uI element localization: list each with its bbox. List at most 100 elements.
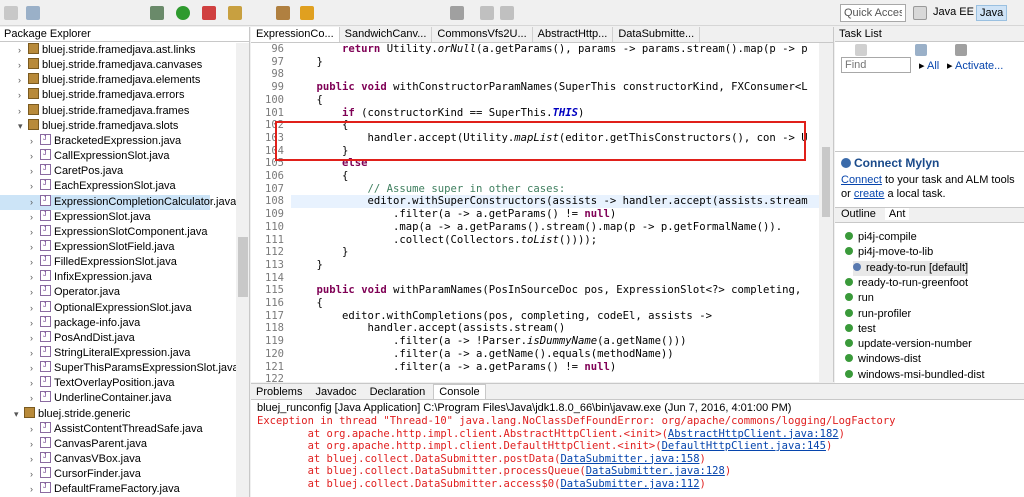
chevron-right-icon[interactable]: › bbox=[18, 43, 28, 58]
package-node[interactable]: ▾ bluej.stride.generic bbox=[0, 406, 236, 422]
tab-javadoc[interactable]: Javadoc bbox=[311, 385, 362, 400]
java-file-node[interactable]: › AssistContentThreadSafe.java bbox=[0, 421, 236, 437]
chevron-right-icon[interactable]: › bbox=[30, 255, 40, 270]
chevron-right-icon[interactable]: › bbox=[30, 422, 40, 437]
ant-target[interactable]: ready-to-run-greenfoot bbox=[845, 276, 968, 291]
chevron-right-icon[interactable]: › bbox=[30, 361, 40, 376]
chevron-right-icon[interactable]: › bbox=[30, 391, 40, 406]
editor-scroll-thumb[interactable] bbox=[822, 147, 830, 217]
java-file-node[interactable]: › CanvasParent.java bbox=[0, 436, 236, 452]
code-area[interactable]: return Utility.orNull(a.getParams(), par… bbox=[251, 27, 819, 382]
stack-trace-link[interactable]: DataSubmitter.java:112 bbox=[560, 478, 699, 490]
chevron-right-icon[interactable]: › bbox=[18, 73, 28, 88]
code-line[interactable]: .collect(Collectors.toList()))); bbox=[291, 234, 819, 247]
stack-trace-link[interactable]: DataSubmitter.java:128 bbox=[586, 465, 725, 477]
connect-link[interactable]: Connect bbox=[841, 174, 882, 186]
stack-trace-link[interactable]: AbstractHttpClient.java:182 bbox=[668, 428, 839, 440]
chevron-right-icon[interactable]: › bbox=[30, 134, 40, 149]
tab-outline[interactable]: Outline bbox=[835, 208, 882, 220]
code-line[interactable]: handler.accept(assists.stream() bbox=[291, 322, 819, 335]
tab-console[interactable]: Console bbox=[433, 384, 486, 399]
chevron-right-icon[interactable]: › bbox=[30, 316, 40, 331]
java-file-node[interactable]: › Operator.java bbox=[0, 285, 236, 300]
chevron-right-icon[interactable]: › bbox=[30, 195, 40, 210]
all-link[interactable]: ▸ All bbox=[919, 59, 939, 72]
activate-link[interactable]: ▸ Activate... bbox=[947, 59, 1003, 72]
ant-target[interactable]: pi4j-compile bbox=[845, 230, 917, 245]
code-line[interactable] bbox=[291, 373, 819, 382]
forward-icon[interactable] bbox=[500, 6, 514, 20]
chevron-right-icon[interactable]: › bbox=[30, 210, 40, 225]
code-line[interactable]: .filter(a -> a.getParams() != null) bbox=[291, 208, 819, 221]
filter-icon[interactable] bbox=[915, 44, 927, 56]
ant-target[interactable]: windows-dist bbox=[845, 352, 921, 367]
ant-target[interactable]: test bbox=[845, 322, 876, 337]
java-file-node[interactable]: › CanvasVBox.java bbox=[0, 452, 236, 467]
ant-target[interactable]: windows-msi-bundled-dist bbox=[845, 368, 985, 383]
java-file-node[interactable]: › StringLiteralExpression.java bbox=[0, 346, 236, 361]
new-java-project-icon[interactable] bbox=[228, 6, 242, 20]
debug-icon[interactable] bbox=[150, 6, 164, 20]
code-line[interactable]: { bbox=[291, 297, 819, 310]
code-line[interactable]: public void withParamNames(PosInSourceDo… bbox=[291, 284, 819, 297]
java-file-node[interactable]: › ExpressionCompletionCalculator.java bbox=[0, 194, 236, 210]
package-node[interactable]: › bluej.stride.framedjava.errors bbox=[0, 88, 236, 103]
code-line[interactable]: } bbox=[291, 259, 819, 272]
code-line[interactable]: } bbox=[291, 56, 819, 69]
package-node[interactable]: › bluej.stride.framedjava.canvases bbox=[0, 58, 236, 73]
chevron-right-icon[interactable]: › bbox=[30, 164, 40, 179]
task-find-input[interactable] bbox=[841, 57, 911, 73]
tab-declaration[interactable]: Declaration bbox=[365, 385, 431, 400]
chevron-right-icon[interactable]: › bbox=[30, 452, 40, 467]
code-line[interactable]: .filter(a -> a.getName().equals(methodNa… bbox=[291, 348, 819, 361]
perspective-java[interactable]: Java bbox=[976, 5, 1008, 21]
ant-target[interactable]: run bbox=[845, 291, 874, 306]
ant-target[interactable]: run-profiler bbox=[845, 307, 911, 322]
chevron-right-icon[interactable]: › bbox=[30, 482, 40, 497]
java-file-node[interactable]: › EachExpressionSlot.java bbox=[0, 179, 236, 194]
code-line[interactable]: editor.withSuperConstructors(assists -> … bbox=[291, 195, 819, 209]
java-file-node[interactable]: › CallExpressionSlot.java bbox=[0, 149, 236, 164]
package-node[interactable]: › bluej.stride.framedjava.ast.links bbox=[0, 43, 236, 58]
code-line[interactable]: return Utility.orNull(a.getParams(), par… bbox=[291, 43, 819, 56]
java-file-node[interactable]: › ExpressionSlotComponent.java bbox=[0, 224, 236, 240]
stack-trace-link[interactable]: DataSubmitter.java:158 bbox=[560, 453, 699, 465]
chevron-right-icon[interactable]: › bbox=[18, 58, 28, 73]
task-list-tab[interactable]: Task List bbox=[835, 27, 1024, 42]
code-line[interactable] bbox=[291, 272, 819, 285]
chevron-right-icon[interactable]: › bbox=[30, 149, 40, 164]
new-task-icon[interactable] bbox=[855, 44, 867, 56]
code-line[interactable]: editor.withCompletions(pos, completing, … bbox=[291, 310, 819, 323]
chevron-right-icon[interactable]: › bbox=[30, 437, 40, 452]
chevron-right-icon[interactable]: › bbox=[30, 467, 40, 482]
java-file-node[interactable]: › TextOverlayPosition.java bbox=[0, 376, 236, 391]
package-node[interactable]: › bluej.stride.framedjava.frames bbox=[0, 103, 236, 119]
search-icon[interactable] bbox=[300, 6, 314, 20]
chevron-right-icon[interactable]: › bbox=[30, 179, 40, 194]
chevron-right-icon[interactable]: › bbox=[30, 331, 40, 346]
java-file-node[interactable]: › UnderlineContainer.java bbox=[0, 391, 236, 406]
code-line[interactable]: .map(a -> a.getParams().stream().map(p -… bbox=[291, 221, 819, 234]
ant-target[interactable]: ready-to-run [default] bbox=[853, 260, 969, 276]
next-annotation-icon[interactable] bbox=[450, 6, 464, 20]
back-icon[interactable] bbox=[480, 6, 494, 20]
perspective-java-ee[interactable]: Java EE bbox=[930, 5, 977, 21]
code-line[interactable]: } bbox=[291, 246, 819, 259]
chevron-right-icon[interactable]: › bbox=[18, 104, 28, 119]
run-icon[interactable] bbox=[176, 6, 190, 20]
java-file-node[interactable]: › SuperThisParamsExpressionSlot.java bbox=[0, 361, 239, 376]
chevron-right-icon[interactable]: › bbox=[30, 301, 40, 316]
chevron-right-icon[interactable]: › bbox=[30, 240, 40, 255]
package-explorer-scroll-thumb[interactable] bbox=[238, 237, 248, 297]
chevron-right-icon[interactable]: › bbox=[30, 376, 40, 391]
quick-access-input[interactable] bbox=[840, 4, 906, 22]
chevron-right-icon[interactable]: › bbox=[30, 346, 40, 361]
ant-target[interactable]: update-version-number bbox=[845, 337, 972, 352]
open-perspective-icon[interactable] bbox=[913, 6, 927, 20]
chevron-right-icon[interactable]: › bbox=[30, 270, 40, 285]
all-label[interactable]: All bbox=[927, 60, 939, 72]
external-tools-icon[interactable] bbox=[202, 6, 216, 20]
java-file-node[interactable]: › OptionalExpressionSlot.java bbox=[0, 300, 236, 316]
code-line[interactable] bbox=[291, 68, 819, 81]
code-line[interactable]: // Assume super in other cases: bbox=[291, 183, 819, 196]
